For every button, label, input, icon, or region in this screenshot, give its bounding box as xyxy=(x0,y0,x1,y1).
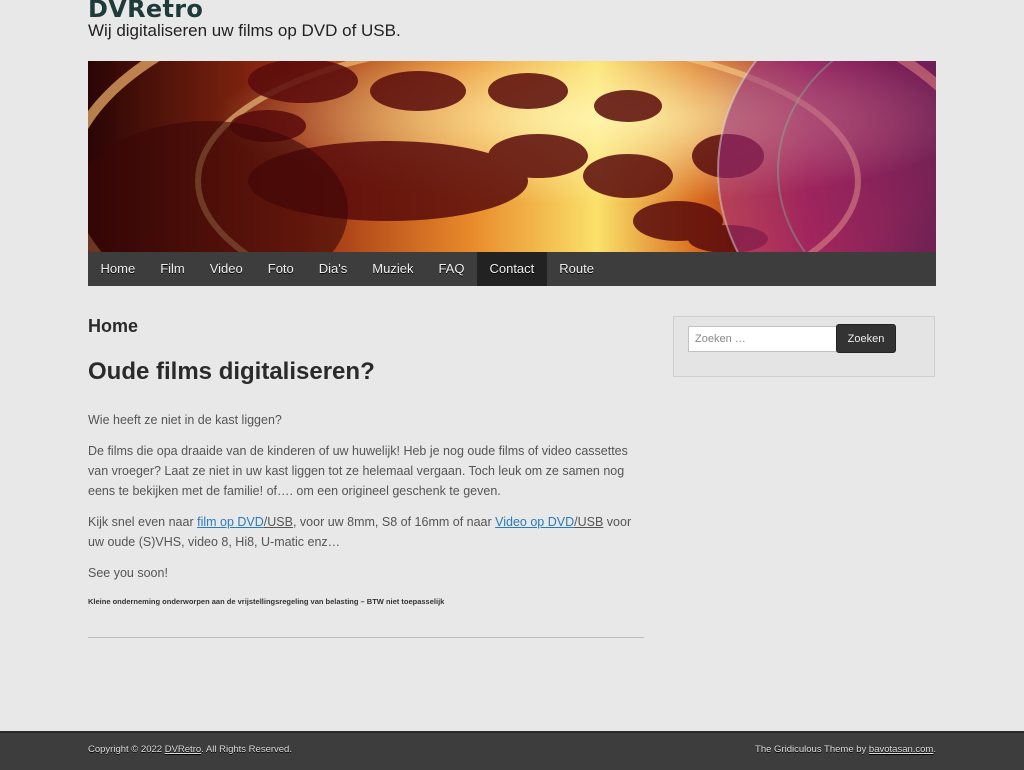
header-banner-image xyxy=(88,61,936,252)
content-divider xyxy=(88,637,644,638)
nav-item-home[interactable]: Home xyxy=(88,252,148,286)
nav-item-foto[interactable]: Foto xyxy=(255,252,306,286)
nav-item-muziek[interactable]: Muziek xyxy=(360,252,426,286)
main-navigation: Home Film Video Foto Dia's Muziek FAQ Co… xyxy=(88,252,936,286)
paragraph-signoff: See you soon! xyxy=(88,566,168,580)
paragraph-body: De films die opa draaide van de kinderen… xyxy=(88,444,628,498)
site-description: Wij digitaliseren uw films op DVD of USB… xyxy=(88,21,401,40)
nav-item-faq[interactable]: FAQ xyxy=(426,252,477,286)
post-title[interactable]: Oude films digitaliseren? xyxy=(88,358,644,386)
nav-item-dias[interactable]: Dia's xyxy=(306,252,360,286)
copyright-text: Copyright © 2022 xyxy=(88,744,165,755)
footer-copyright: Copyright © 2022 DVRetro. All Rights Res… xyxy=(88,744,292,755)
footer-site-link[interactable]: DVRetro xyxy=(165,744,201,755)
video-op-dvd-link[interactable]: Video op DVD xyxy=(495,515,574,529)
film-reel-icon xyxy=(88,61,936,252)
nav-item-contact[interactable]: Contact xyxy=(476,252,547,286)
page-title: Home xyxy=(88,316,139,336)
footer-theme-credit: The Gridiculous Theme by bavotasan.com. xyxy=(755,744,936,755)
video-usb-link[interactable]: /USB xyxy=(574,515,603,529)
paragraph-text: , voor uw 8mm, S8 of 16mm of naar xyxy=(292,515,496,529)
copyright-suffix: . All Rights Reserved. xyxy=(201,744,292,755)
main-content: Home Oude films digitaliseren? Wie heeft… xyxy=(88,300,644,614)
nav-item-film[interactable]: Film xyxy=(148,252,198,286)
paragraph-intro: Wie heeft ze niet in de kast liggen? xyxy=(88,413,282,427)
film-op-dvd-link[interactable]: film op DVD xyxy=(197,515,264,529)
paragraph-links: Kijk snel even naar film op DVD/USB, voo… xyxy=(88,512,644,552)
theme-credit-suffix: . xyxy=(933,744,936,755)
sidebar-search-widget: Zoeken xyxy=(673,316,935,377)
site-footer: Copyright © 2022 DVRetro. All Rights Res… xyxy=(0,731,1024,770)
nav-item-route[interactable]: Route xyxy=(547,252,607,286)
nav-item-video[interactable]: Video xyxy=(197,252,255,286)
theme-credit-text: The Gridiculous Theme by xyxy=(755,744,869,755)
site-title[interactable]: DVRetro xyxy=(88,0,203,23)
footer-theme-link[interactable]: bavotasan.com xyxy=(869,744,933,755)
film-usb-link[interactable]: /USB xyxy=(264,515,293,529)
search-input[interactable] xyxy=(688,326,847,352)
search-button[interactable]: Zoeken xyxy=(836,324,896,353)
paragraph-text: Kijk snel even naar xyxy=(88,515,198,529)
vat-note: Kleine onderneming onderworpen aan de vr… xyxy=(88,597,445,606)
